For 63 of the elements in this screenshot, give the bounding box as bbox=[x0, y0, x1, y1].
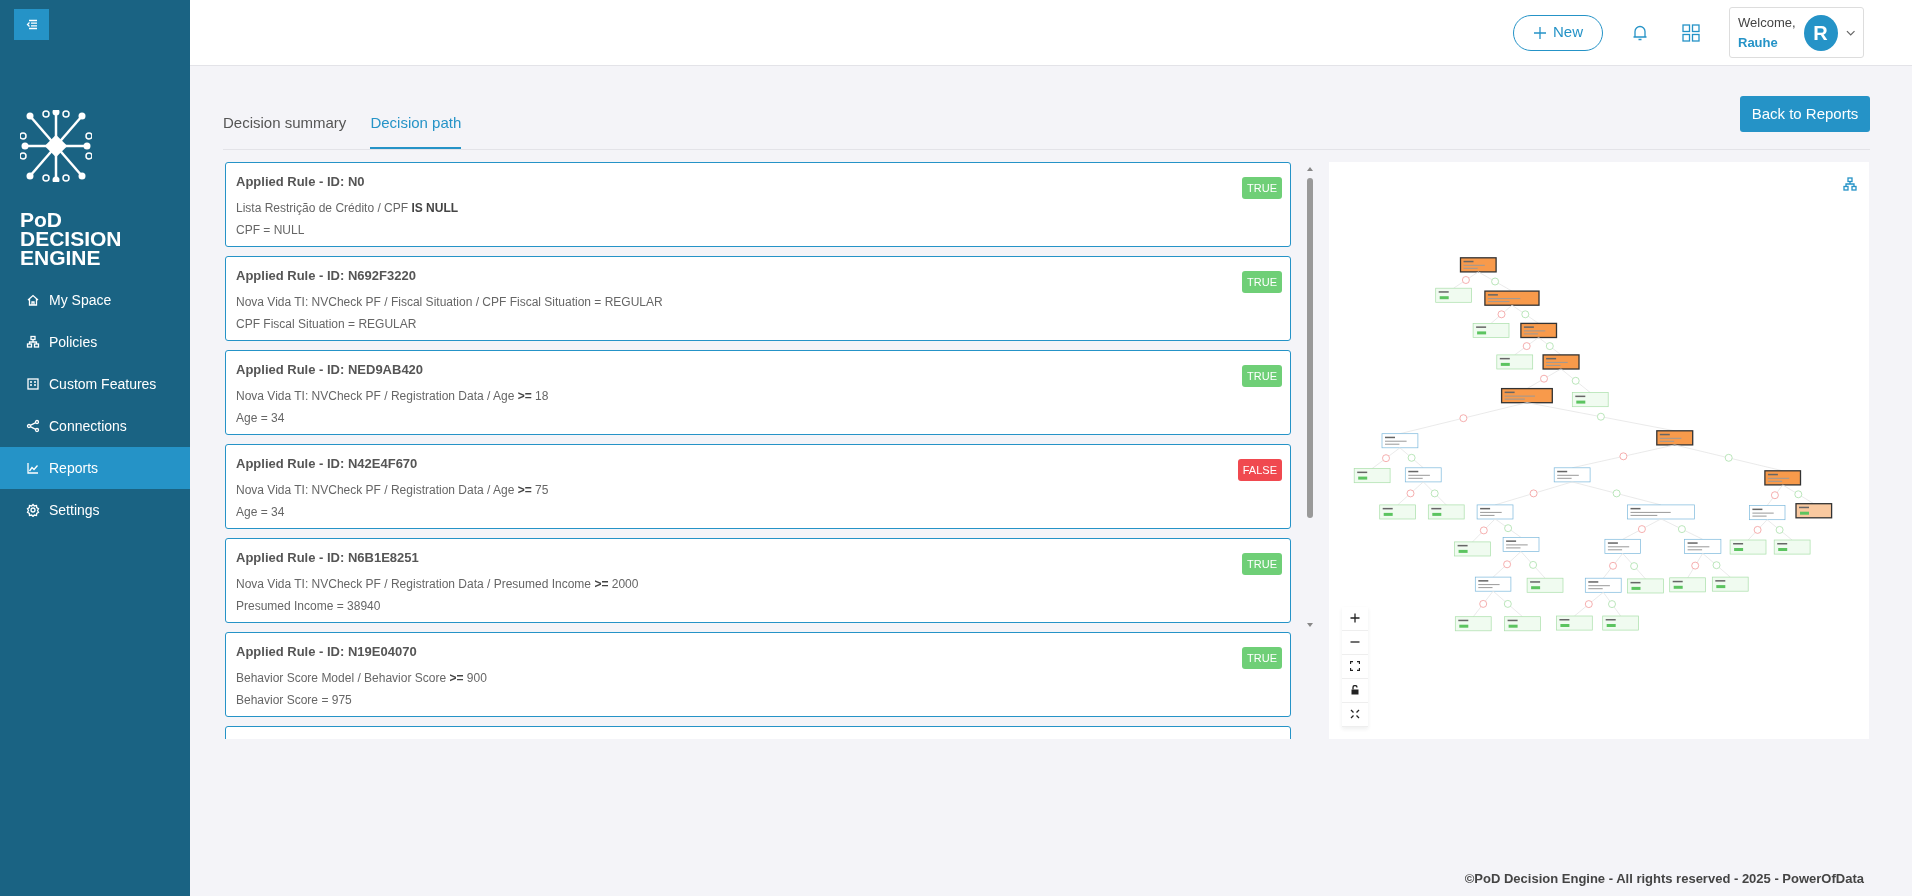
user-menu[interactable]: Welcome, Rauhe R bbox=[1729, 7, 1864, 58]
plus-icon bbox=[1350, 613, 1360, 623]
settings-icon bbox=[26, 503, 40, 517]
menu-button[interactable] bbox=[14, 9, 49, 40]
rule-title: Applied Rule - ID: N19E04070 bbox=[236, 642, 417, 661]
rule-value: Age = 34 bbox=[236, 410, 285, 427]
zoom-in-button[interactable] bbox=[1342, 606, 1368, 631]
brand-text: PoD bbox=[20, 210, 63, 229]
result-badge: TRUE bbox=[1242, 552, 1282, 575]
new-button[interactable]: New bbox=[1513, 14, 1603, 51]
plus-icon bbox=[1533, 25, 1547, 40]
rule-condition: Nova Vida TI: NVCheck PF / Registration Data / Presumed Income >= 2000 bbox=[236, 576, 639, 593]
result-badge: FALSE bbox=[1237, 458, 1282, 481]
sidebar-item[interactable]: Reports bbox=[0, 447, 190, 489]
lock-icon bbox=[1350, 685, 1360, 695]
lock-button[interactable] bbox=[1342, 678, 1368, 703]
hierarchy-icon bbox=[1843, 177, 1857, 192]
chart-icon bbox=[26, 461, 40, 475]
chevron-down-icon bbox=[1845, 29, 1855, 36]
rule-title: Applied Rule - ID: N42E4F670 bbox=[236, 454, 418, 473]
sidebar-item[interactable]: My Space bbox=[0, 279, 190, 321]
rule-value: Behavior Score = 975 bbox=[236, 692, 352, 709]
rule-value: CPF = NULL bbox=[236, 222, 305, 239]
brand-text: ENGINE bbox=[20, 248, 102, 267]
rule-title: Applied Rule - ID: N0 bbox=[236, 172, 365, 191]
fit-view-button[interactable] bbox=[1342, 654, 1368, 679]
rule-condition: Lista Restrição de Crédito / CPF IS NULL bbox=[236, 200, 459, 217]
rule-value: Presumed Income = 38940 bbox=[236, 598, 381, 615]
result-badge: TRUE bbox=[1242, 176, 1282, 199]
rule-condition: Behavior Score Model / Behavior Score >= 900 bbox=[236, 670, 487, 687]
sidebar-item[interactable]: Custom Features bbox=[0, 363, 190, 405]
user-name: Rauhe bbox=[1738, 33, 1779, 52]
zoom-out-button[interactable] bbox=[1342, 630, 1368, 655]
sidebar-item[interactable]: Settings bbox=[0, 489, 190, 531]
result-badge: TRUE bbox=[1242, 646, 1282, 669]
grid-icon bbox=[1682, 24, 1700, 43]
tab[interactable]: Decision summary bbox=[223, 112, 347, 149]
sidebar-item[interactable]: Policies bbox=[0, 321, 190, 363]
hierarchy-icon bbox=[26, 335, 40, 349]
rule-condition: Nova Vida TI: NVCheck PF / Registration Data / Age >= 75 bbox=[236, 482, 549, 499]
table-icon bbox=[26, 377, 40, 391]
rule-value: CPF Fiscal Situation = REGULAR bbox=[236, 316, 417, 333]
rule-title: Applied Rule - ID: N6B1E8251 bbox=[236, 548, 419, 567]
footer-text: ©PoD Decision Engine - All rights reserved - 2025 - PowerOfData bbox=[1464, 869, 1864, 888]
frame-icon bbox=[1350, 661, 1360, 671]
rule-condition: Nova Vida TI: NVCheck PF / Registration Data / Age >= 18 bbox=[236, 388, 549, 405]
brand-text: DECISION bbox=[20, 229, 123, 248]
logo-icon bbox=[20, 110, 92, 182]
share-icon bbox=[26, 419, 40, 433]
sidebar-item[interactable]: Connections bbox=[0, 405, 190, 447]
result-badge: TRUE bbox=[1242, 364, 1282, 387]
rule-title: Applied Rule - ID: N692F3220 bbox=[236, 266, 416, 285]
rule-condition: Nova Vida TI: NVCheck PF / Fiscal Situation / CPF Fiscal Situation = REGULAR bbox=[236, 294, 663, 311]
home-icon bbox=[26, 293, 40, 307]
expand-icon bbox=[1350, 709, 1360, 719]
back-button[interactable]: Back to Reports bbox=[1740, 96, 1870, 132]
avatar: R bbox=[1803, 14, 1838, 51]
menu-icon bbox=[25, 19, 38, 30]
rule-value: Age = 34 bbox=[236, 504, 285, 521]
bell-icon bbox=[1632, 24, 1648, 43]
welcome-text: Welcome, bbox=[1738, 14, 1796, 32]
rule-title: Applied Rule - ID: NED9AB420 bbox=[236, 360, 424, 379]
result-badge: TRUE bbox=[1242, 270, 1282, 293]
